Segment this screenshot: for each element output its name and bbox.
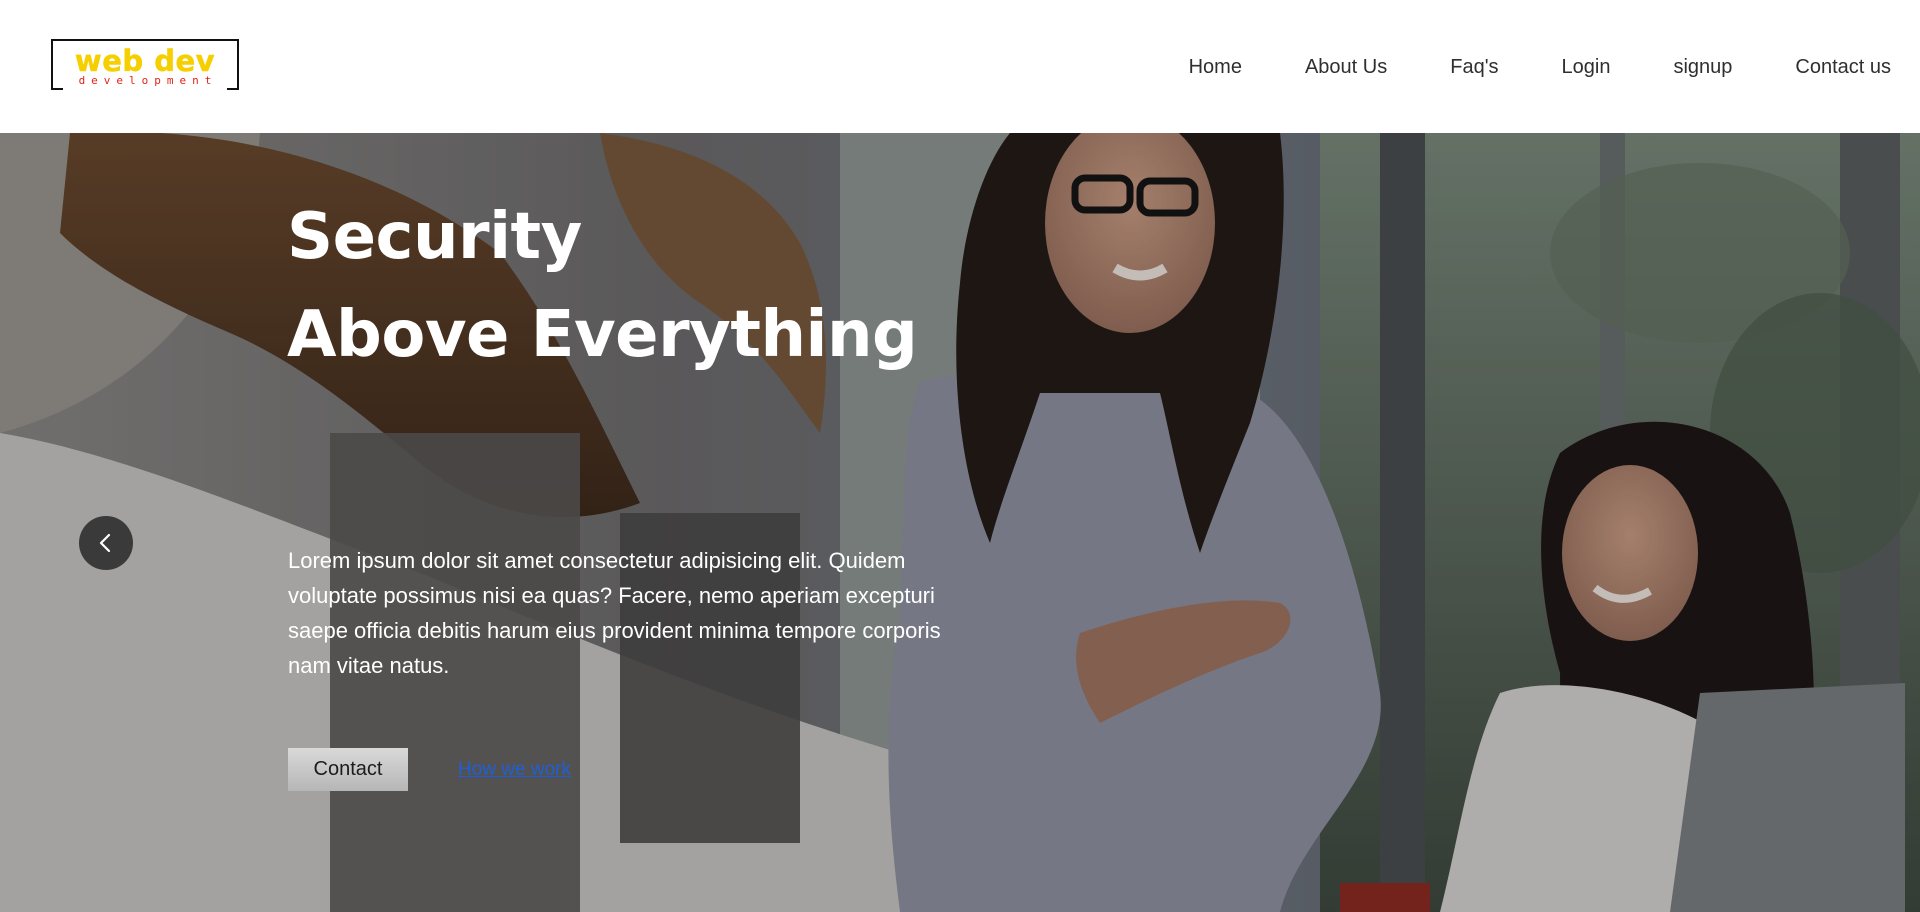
logo-sub-text: development [78, 74, 218, 87]
hero-description: Lorem ipsum dolor sit amet consectetur a… [288, 548, 941, 678]
carousel-prev-button[interactable] [79, 516, 133, 570]
logo-main-text: web dev [74, 44, 216, 78]
nav-contact-us[interactable]: Contact us [1795, 53, 1891, 81]
nav-signup[interactable]: signup [1673, 53, 1732, 81]
hero-title-line1: Security [287, 200, 582, 274]
main-nav: Home About Us Faq's Login signup Contact… [1189, 53, 1891, 81]
hero-carousel: Security Above Everything Lorem ipsum do… [0, 133, 1920, 912]
hero-title-line2: Above Everything [287, 298, 918, 372]
nav-home[interactable]: Home [1189, 53, 1242, 81]
how-we-work-link[interactable]: How we work [458, 759, 571, 781]
nav-faqs[interactable]: Faq's [1450, 53, 1498, 81]
hero-title: Security Above Everything [287, 188, 918, 384]
logo[interactable]: web dev development [51, 39, 239, 90]
nav-about-us[interactable]: About Us [1305, 53, 1387, 81]
nav-login[interactable]: Login [1562, 53, 1611, 81]
contact-button[interactable]: Contact [288, 748, 408, 791]
chevron-left-icon [99, 533, 111, 553]
site-header: web dev development Home About Us Faq's … [0, 0, 1920, 133]
page: web dev development Home About Us Faq's … [0, 0, 1920, 912]
